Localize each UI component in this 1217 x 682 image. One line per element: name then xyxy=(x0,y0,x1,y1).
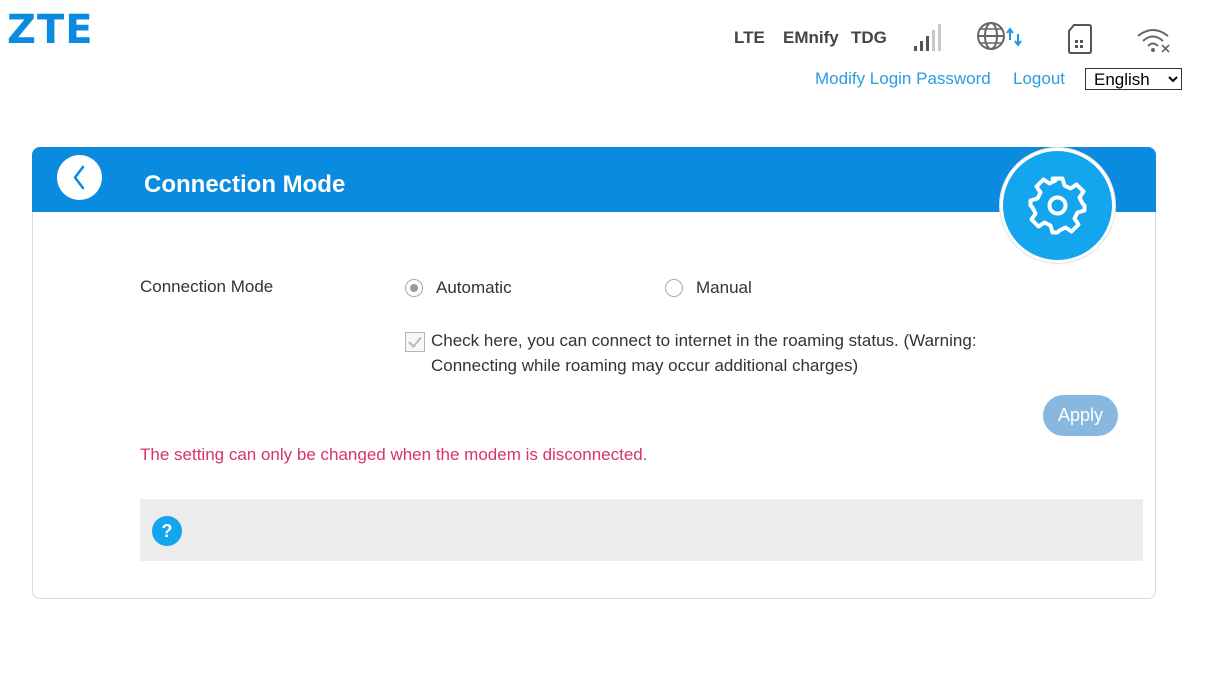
apply-button[interactable]: Apply xyxy=(1043,395,1118,436)
sim-card-icon xyxy=(1068,24,1092,59)
settings-badge xyxy=(1000,148,1115,263)
connection-mode-label: Connection Mode xyxy=(140,277,274,296)
internet-globe-icon xyxy=(976,22,1030,57)
wifi-off-icon xyxy=(1136,26,1172,59)
help-box: ? xyxy=(140,499,1143,561)
disconnect-warning-text: The setting can only be changed when the… xyxy=(140,445,648,464)
back-button[interactable] xyxy=(57,155,102,200)
page-title: Connection Mode xyxy=(144,171,346,198)
radio-manual-indicator[interactable] xyxy=(665,279,683,297)
operator-label: EMnify xyxy=(783,28,839,47)
connection-mode-panel: Connection Mode Connection Mode Automati… xyxy=(32,147,1156,599)
radio-manual-label: Manual xyxy=(696,278,752,297)
zte-logo: ZTE xyxy=(7,7,94,53)
status-bar: LTE EMnify TDG xyxy=(700,22,1180,58)
language-select[interactable]: English xyxy=(1085,68,1182,90)
gear-icon xyxy=(1028,176,1087,235)
panel-header: Connection Mode xyxy=(32,147,1156,212)
modify-password-link[interactable]: Modify Login Password xyxy=(815,69,991,89)
roaming-checkbox[interactable] xyxy=(405,332,425,352)
logout-link[interactable]: Logout xyxy=(1013,69,1065,89)
roaming-checkbox-label: Check here, you can connect to internet … xyxy=(431,331,977,375)
checkmark-icon xyxy=(408,336,422,348)
radio-automatic-indicator[interactable] xyxy=(405,279,423,297)
header-links: Modify Login Password Logout English xyxy=(815,68,1182,92)
chevron-left-icon xyxy=(73,165,85,190)
help-icon[interactable]: ? xyxy=(152,516,182,546)
radio-manual[interactable]: Manual xyxy=(665,278,785,302)
signal-strength-icon xyxy=(913,24,945,57)
network-type-label: LTE xyxy=(734,28,765,47)
radio-automatic-label: Automatic xyxy=(436,278,512,297)
radio-automatic[interactable]: Automatic xyxy=(405,278,545,302)
operator2-label: TDG xyxy=(851,28,887,47)
